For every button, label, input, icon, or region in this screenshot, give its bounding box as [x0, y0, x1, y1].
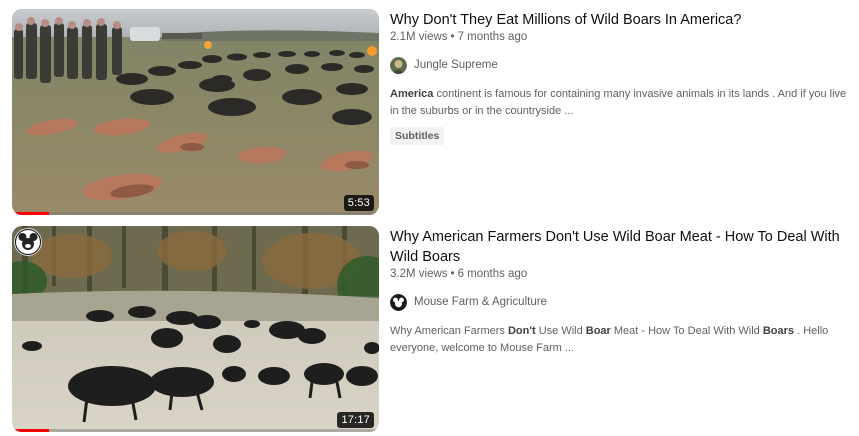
upload-age: 7 months ago — [457, 31, 528, 43]
video-title[interactable]: Why American Farmers Don't Use Wild Boar… — [390, 227, 850, 267]
watch-progress-fill — [12, 429, 49, 432]
video-metadata: 3.2M views • 6 months ago — [390, 267, 850, 282]
video-metadata: 2.1M views • 7 months ago — [390, 30, 850, 45]
mouse-logo-icon — [16, 230, 40, 254]
channel-name[interactable]: Mouse Farm & Agriculture — [414, 296, 547, 308]
channel-avatar[interactable] — [390, 56, 407, 74]
snippet-highlight: Boar — [585, 325, 611, 337]
snippet-text: continent is famous for containing many … — [390, 88, 847, 117]
snippet-highlight: Boars — [762, 325, 795, 337]
upload-age: 6 months ago — [457, 268, 528, 280]
description-snippet: Why American Farmers Don't Use Wild Boar… — [390, 323, 848, 357]
view-count: 2.1M views — [390, 31, 448, 43]
snippet-highlight: Don't — [507, 325, 536, 337]
view-count: 3.2M views — [390, 268, 448, 280]
meta-separator: • — [450, 268, 455, 280]
video-thumbnail[interactable]: 5:53 — [12, 9, 379, 215]
channel-avatar[interactable] — [390, 293, 407, 311]
mouse-avatar-icon — [390, 293, 407, 311]
video-result[interactable]: 17:17 Why American Farmers Don't Use Wil… — [12, 226, 852, 432]
video-info: Why Don't They Eat Millions of Wild Boar… — [390, 9, 850, 215]
duration-badge: 17:17 — [337, 412, 374, 428]
snippet-text: Meat - How To Deal With Wild — [610, 325, 763, 337]
video-result[interactable]: 5:53 Why Don't They Eat Millions of Wild… — [12, 9, 852, 215]
channel-link[interactable]: Mouse Farm & Agriculture — [390, 292, 850, 312]
thumbnail-image-boar-field — [12, 9, 379, 215]
video-thumbnail[interactable]: 17:17 — [12, 226, 379, 432]
video-title[interactable]: Why Don't They Eat Millions of Wild Boar… — [390, 10, 850, 30]
jungle-avatar-icon — [390, 56, 407, 74]
watch-progress-fill — [12, 212, 49, 215]
subtitles-badge: Subtitles — [390, 127, 445, 145]
thumbnail-image-boar-herd — [12, 226, 379, 432]
snippet-highlight: America — [390, 88, 434, 100]
channel-watermark — [14, 228, 42, 256]
channel-name[interactable]: Jungle Supreme — [414, 59, 498, 71]
video-info: Why American Farmers Don't Use Wild Boar… — [390, 226, 850, 432]
watch-progress-track — [12, 429, 379, 432]
channel-link[interactable]: Jungle Supreme — [390, 55, 850, 75]
description-snippet: America continent is famous for containi… — [390, 86, 848, 120]
watch-progress-track — [12, 212, 379, 215]
duration-badge: 5:53 — [343, 195, 374, 211]
snippet-text: Use Wild — [535, 325, 586, 337]
meta-separator: • — [450, 31, 455, 43]
snippet-text: Why American Farmers — [390, 325, 508, 337]
